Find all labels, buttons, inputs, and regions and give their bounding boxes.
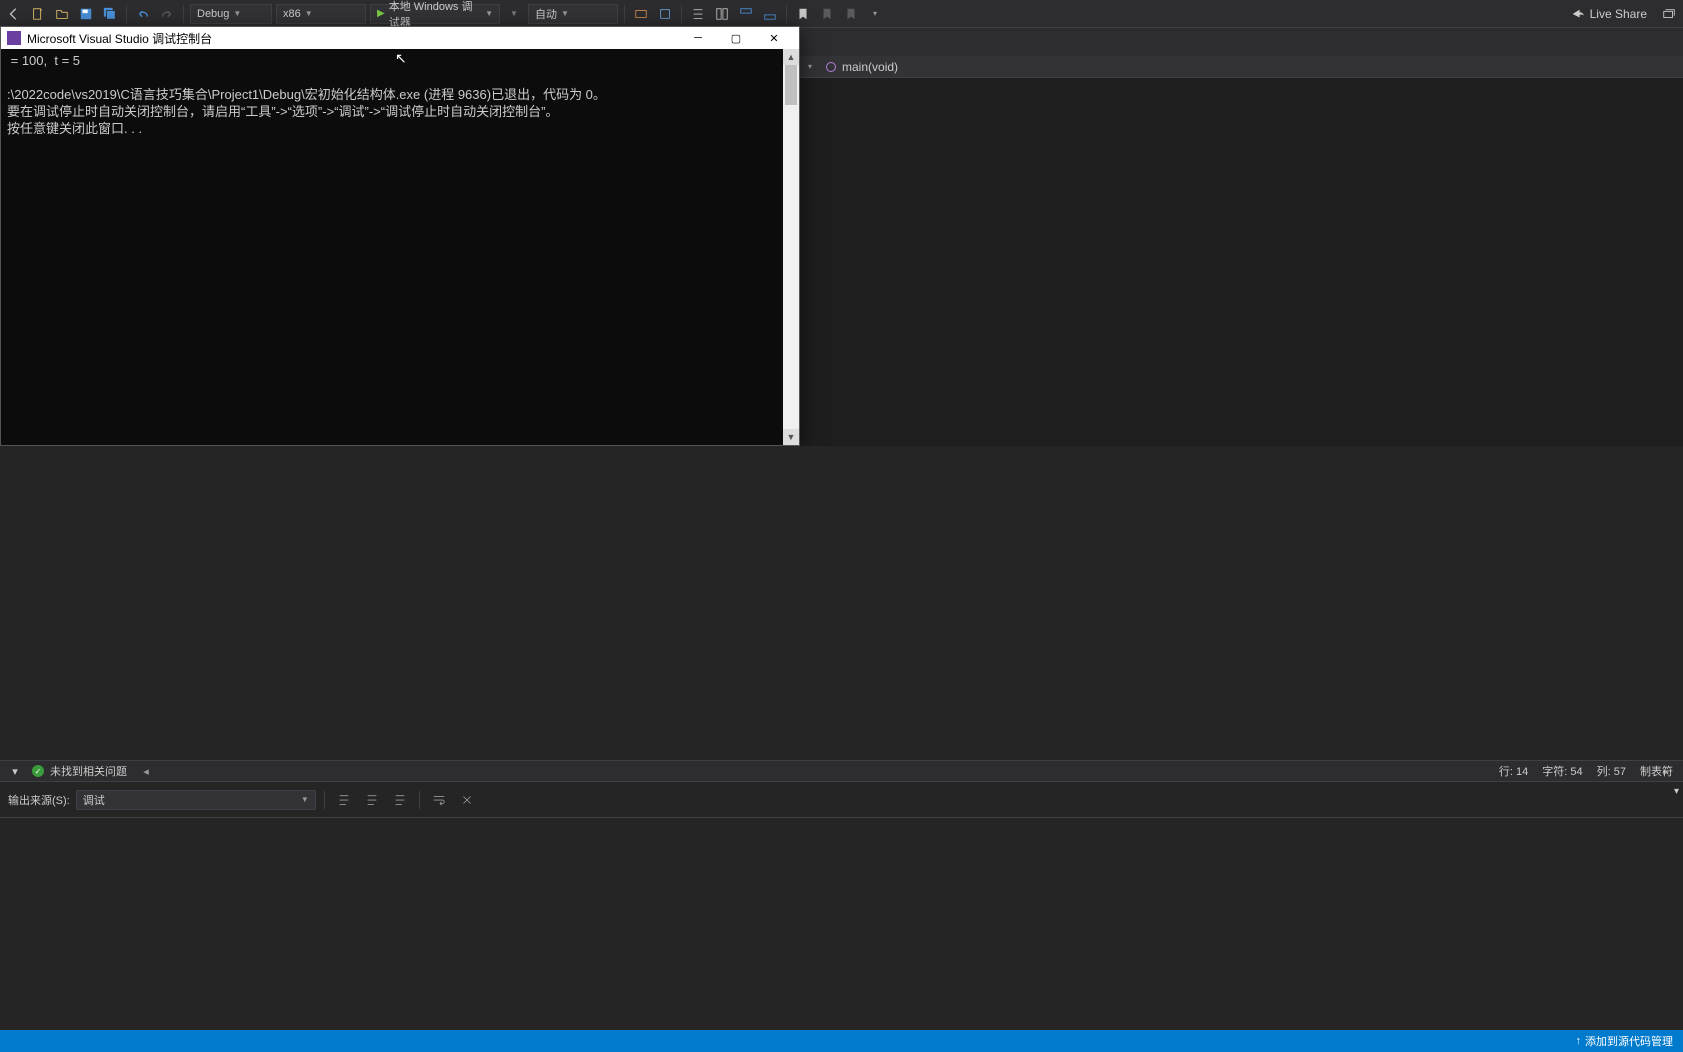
scroll-thumb[interactable] (785, 65, 797, 105)
separator (183, 5, 184, 23)
live-share-label: Live Share (1590, 7, 1647, 21)
error-list-bar: ▾ ✓ 未找到相关问题 ◂ ▸ (0, 760, 1683, 782)
close-button[interactable]: ✕ (755, 27, 793, 49)
chevron-down-icon: ▼ (305, 9, 313, 18)
console-scrollbar[interactable]: ▲ ▼ (783, 49, 799, 445)
console-line: 按任意键关闭此窗口. . . (7, 121, 142, 136)
scope-value: main(void) (842, 60, 898, 74)
chevron-down-icon: ▼ (561, 9, 569, 18)
mode-selector[interactable]: 自动 ▼ (528, 4, 618, 24)
prev-issue-button[interactable]: ◂ (137, 762, 155, 780)
play-icon: ▶ (377, 8, 385, 19)
source-control-label: 添加到源代码管理 (1585, 1033, 1673, 1049)
tab-indicator[interactable]: 制表符 (1640, 763, 1673, 779)
line-indicator[interactable]: 行: 14 (1499, 763, 1528, 779)
output-tool-2[interactable] (361, 790, 383, 810)
live-share-button[interactable]: Live Share (1562, 7, 1655, 21)
output-tool-3[interactable] (389, 790, 411, 810)
separator (624, 5, 625, 23)
bookmark-next-button[interactable] (841, 4, 861, 24)
main-toolbar: Debug ▼ x86 ▼ ▶本地 Windows 调试器▼ ▼ 自动 ▼ ▾ Liv… (0, 0, 1683, 28)
configuration-value: Debug (197, 8, 229, 20)
scroll-up-button[interactable]: ▲ (783, 49, 799, 65)
platform-selector[interactable]: x86 ▼ (276, 4, 366, 24)
col-indicator[interactable]: 列: 57 (1597, 763, 1626, 779)
separator (324, 791, 325, 809)
tool-button-1[interactable] (631, 4, 651, 24)
open-button[interactable] (52, 4, 72, 24)
console-line: 要在调试停止时自动关闭控制台，请启用“工具”->“选项”->“调试”->“调试停… (7, 104, 558, 119)
debug-console-window: Microsoft Visual Studio 调试控制台 ─ ▢ ✕ = 10… (0, 26, 800, 446)
maximize-button[interactable]: ▢ (717, 27, 755, 49)
source-control-button[interactable]: ↑ 添加到源代码管理 (1576, 1033, 1674, 1049)
separator (126, 5, 127, 23)
output-panel-header: 输出来源(S): 调试 ▼ (0, 782, 1683, 818)
console-line: = 100, t = 5 (7, 53, 80, 68)
output-window-dropdown[interactable]: ▾ (1674, 786, 1679, 797)
no-issues-label: 未找到相关问题 (50, 763, 127, 779)
tool-button-3[interactable] (688, 4, 708, 24)
chevron-down-icon: ▼ (233, 9, 241, 18)
errorlist-dropdown[interactable]: ▾ (8, 764, 22, 778)
check-icon: ✓ (32, 765, 44, 777)
console-output[interactable]: = 100, t = 5 :\2022code\vs2019\C语言技巧集合\P… (1, 49, 783, 445)
separator (681, 5, 682, 23)
tool-button-5[interactable] (736, 4, 756, 24)
separator (419, 791, 420, 809)
share-icon (1570, 7, 1584, 21)
undo-button[interactable] (133, 4, 153, 24)
tool-button-2[interactable] (655, 4, 675, 24)
overflow-button[interactable]: ▾ (865, 4, 885, 24)
no-issues-item[interactable]: ✓ 未找到相关问题 (32, 763, 127, 779)
back-nav-button[interactable] (4, 4, 24, 24)
separator (786, 5, 787, 23)
code-nav-bar: ▾ main(void) (800, 56, 1683, 78)
bookmark-button[interactable] (793, 4, 813, 24)
scope-selector[interactable]: main(void) (826, 60, 898, 74)
save-all-button[interactable] (100, 4, 120, 24)
configuration-selector[interactable]: Debug ▼ (190, 4, 272, 24)
platform-value: x86 (283, 8, 301, 20)
save-button[interactable] (76, 4, 96, 24)
feedback-button[interactable] (1659, 4, 1679, 24)
redo-button[interactable] (157, 4, 177, 24)
debug-dropdown[interactable]: ▼ (504, 4, 524, 24)
console-titlebar[interactable]: Microsoft Visual Studio 调试控制台 ─ ▢ ✕ (1, 27, 799, 49)
vs-icon (7, 31, 21, 45)
char-indicator[interactable]: 字符: 54 (1542, 763, 1582, 779)
scroll-track[interactable] (783, 65, 799, 429)
output-source-selector[interactable]: 调试 ▼ (76, 790, 316, 810)
output-source-value: 调试 (83, 792, 105, 808)
output-tool-1[interactable] (333, 790, 355, 810)
debugger-selector[interactable]: ▶本地 Windows 调试器▼ (370, 4, 500, 24)
bookmark-prev-button[interactable] (817, 4, 837, 24)
output-wordwrap[interactable] (428, 790, 450, 810)
console-line: :\2022code\vs2019\C语言技巧集合\Project1\Debug… (7, 87, 606, 102)
console-body: = 100, t = 5 :\2022code\vs2019\C语言技巧集合\P… (1, 49, 799, 445)
console-title: Microsoft Visual Studio 调试控制台 (27, 30, 212, 47)
tool-button-6[interactable] (760, 4, 780, 24)
minimize-button[interactable]: ─ (679, 27, 717, 49)
status-bar: ↑ 添加到源代码管理 (0, 1030, 1683, 1052)
chevron-down-icon: ▼ (485, 9, 493, 18)
method-icon (826, 62, 836, 72)
scroll-down-button[interactable]: ▼ (783, 429, 799, 445)
lower-panel-area (0, 446, 1683, 1052)
chevron-down-icon[interactable]: ▾ (808, 62, 812, 71)
tool-button-4[interactable] (712, 4, 732, 24)
chevron-down-icon: ▼ (301, 795, 309, 804)
cursor-position-bar: 行: 14 字符: 54 列: 57 制表符 (1499, 760, 1673, 782)
output-clear[interactable] (456, 790, 478, 810)
upload-icon: ↑ (1576, 1035, 1582, 1047)
new-button[interactable] (28, 4, 48, 24)
mode-value: 自动 (535, 6, 557, 22)
output-source-label: 输出来源(S): (8, 792, 70, 808)
